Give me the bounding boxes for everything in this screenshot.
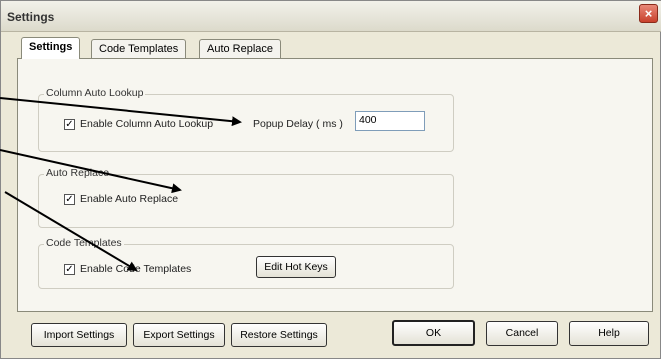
annotation-arrow-auto-replace <box>0 149 182 194</box>
tab-settings[interactable]: Settings <box>21 37 81 59</box>
annotation-arrow-code-templates <box>4 191 138 272</box>
annotation-arrow-popup-delay <box>0 97 242 127</box>
annotation-arrows <box>0 97 242 272</box>
